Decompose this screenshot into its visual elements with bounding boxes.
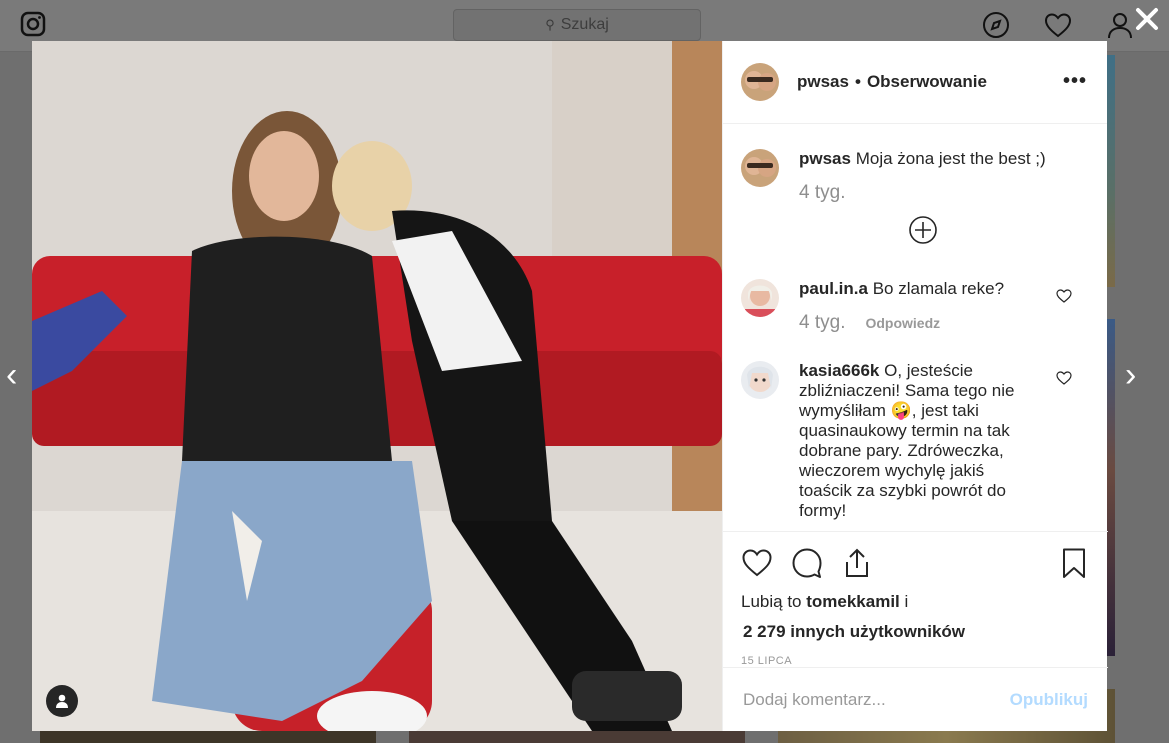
post-header: pwsas • Obserwowanie ••• [723, 41, 1107, 124]
background-grid-tile [1107, 55, 1115, 287]
post-modal: pwsas • Obserwowanie ••• pwsas Moja żona… [32, 41, 1108, 731]
heart-icon [1044, 13, 1072, 38]
background-grid-tile [1107, 319, 1115, 656]
like-comment-heart-icon[interactable] [1056, 371, 1072, 385]
follow-status-button[interactable]: Obserwowanie [867, 72, 987, 92]
post-date[interactable]: 15 LIPCA [741, 655, 1090, 667]
profile-icon [1108, 13, 1132, 39]
list-item: kasia666k O, jesteście zbliźniaczeni! Sa… [741, 361, 1090, 521]
like-heart-icon[interactable] [741, 547, 773, 579]
instagram-icon [20, 11, 46, 37]
list-item: paul.in.a Bo zlamala reke? 4 tyg. Odpowi… [741, 279, 1090, 333]
comment-time[interactable]: 4 tyg. [799, 313, 845, 333]
likes-others-link[interactable]: 2 279 innych użytkowników [743, 622, 1090, 642]
comment-username[interactable]: pwsas [799, 149, 851, 168]
avatar[interactable] [741, 63, 779, 101]
likes-summary: Lubią to tomekkamil i 2 279 innych użytk… [741, 592, 1090, 642]
caption: pwsas Moja żona jest the best ;) 4 tyg. [741, 149, 1090, 203]
previous-post-arrow-icon[interactable]: ‹ [6, 358, 17, 392]
post-photo[interactable] [32, 41, 722, 731]
share-icon[interactable] [841, 547, 873, 579]
search-box: ⚲ Szukaj [453, 9, 701, 41]
reply-button[interactable]: Odpowiedz [865, 313, 940, 333]
comments-list: pwsas Moja żona jest the best ;) 4 tyg. [723, 125, 1108, 531]
avatar[interactable] [741, 149, 779, 187]
post-sidebar: pwsas • Obserwowanie ••• pwsas Moja żona… [722, 41, 1108, 731]
comment-bubble-icon[interactable] [791, 547, 823, 579]
author-username[interactable]: pwsas [797, 72, 849, 92]
compass-icon [983, 12, 1009, 38]
avatar[interactable] [741, 361, 779, 399]
next-post-arrow-icon[interactable]: › [1125, 358, 1136, 392]
more-options-icon[interactable]: ••• [1063, 71, 1087, 91]
close-icon[interactable] [1132, 4, 1162, 34]
load-more-comments-icon[interactable] [908, 215, 938, 245]
comment-input[interactable] [743, 689, 1003, 710]
background-grid-tile [40, 731, 376, 743]
likes-prefix: Lubią to [741, 592, 802, 611]
bookmark-icon[interactable] [1058, 547, 1090, 579]
separator-dot: • [854, 72, 861, 91]
background-grid-tile [409, 731, 745, 743]
search-icon: ⚲ [545, 17, 555, 32]
likes-user-link[interactable]: tomekkamil [806, 592, 900, 611]
add-comment-bar: Opublikuj [723, 667, 1108, 731]
comment-username[interactable]: kasia666k [799, 361, 879, 380]
search-placeholder: Szukaj [560, 16, 609, 33]
caption-time[interactable]: 4 tyg. [799, 183, 845, 203]
tagged-users-icon[interactable] [46, 685, 78, 717]
comment-text: Bo zlamala reke? [872, 279, 1005, 298]
comment-text: O, jesteście zbliźniaczeni! Sama tego ni… [799, 361, 1015, 520]
like-comment-heart-icon[interactable] [1056, 289, 1072, 303]
caption-text: Moja żona jest the best ;) [855, 149, 1046, 168]
publish-button[interactable]: Opublikuj [1010, 690, 1088, 710]
comment-username[interactable]: paul.in.a [799, 279, 868, 298]
avatar[interactable] [741, 279, 779, 317]
post-photo-illustration [32, 41, 722, 731]
post-actions: Lubią to tomekkamil i 2 279 innych użytk… [723, 531, 1108, 667]
likes-joiner: i [904, 592, 909, 611]
